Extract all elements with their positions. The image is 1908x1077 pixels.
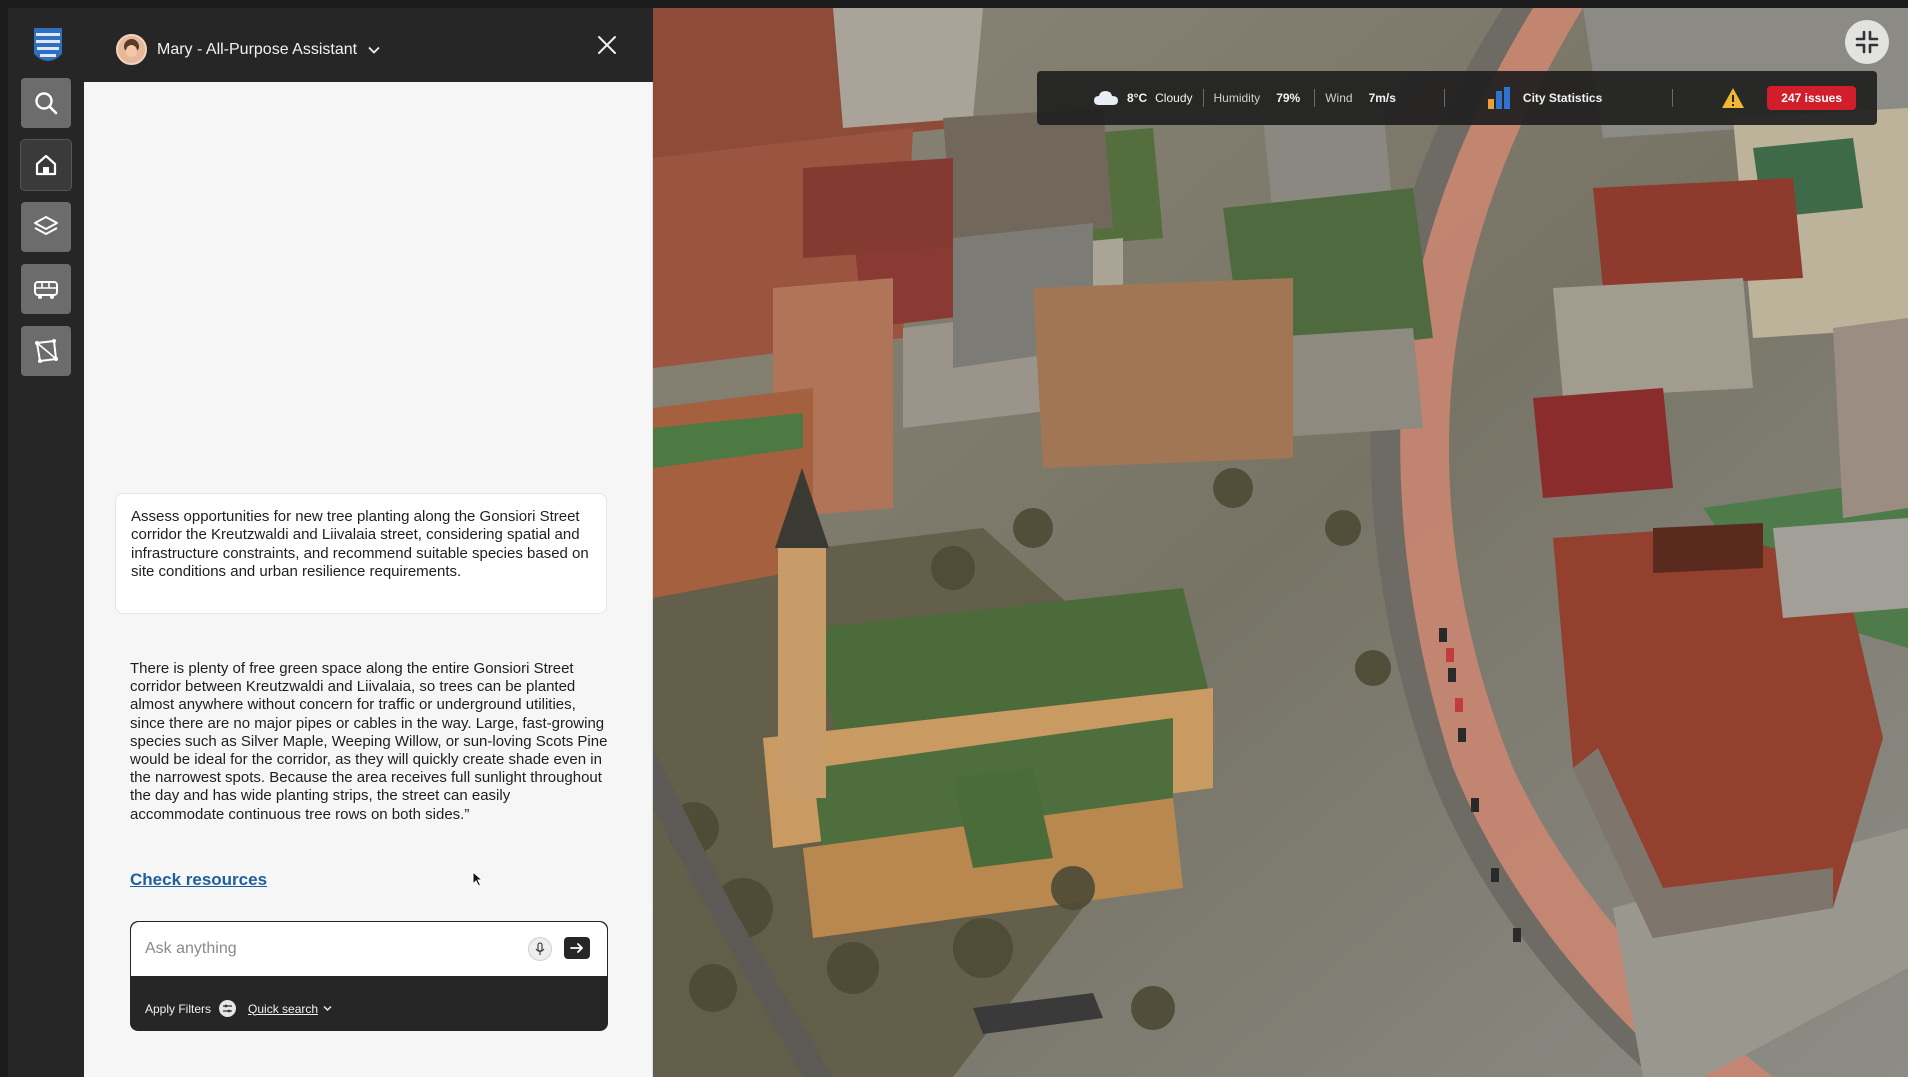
sidebar-item-search[interactable] [21, 78, 71, 128]
warning-icon [1722, 88, 1745, 108]
quick-search-label: Quick search [248, 1001, 319, 1016]
assistant-panel-header: Mary - All-Purpose Assistant [84, 8, 653, 82]
city-statistics-label: City Statistics [1522, 91, 1603, 105]
icon-rail [8, 8, 84, 1077]
bar-chart-icon [1487, 87, 1510, 109]
weather-condition: Cloudy [1155, 91, 1193, 105]
bus-icon [34, 281, 58, 299]
exit-fullscreen-button[interactable] [1845, 20, 1889, 64]
apply-filters-button[interactable]: Apply Filters [145, 1002, 211, 1016]
measure-area-icon [35, 339, 58, 363]
weather-group[interactable]: 8°C Cloudy [1093, 89, 1193, 107]
sidebar-item-home[interactable] [20, 139, 72, 191]
filter-icon[interactable] [219, 1000, 237, 1017]
assistant-selector[interactable]: Mary - All-Purpose Assistant [116, 34, 381, 65]
assistant-message: There is plenty of free green space alon… [130, 660, 608, 823]
sidebar-item-transport[interactable] [21, 264, 71, 314]
mic-button[interactable] [528, 937, 552, 961]
user-message: Assess opportunities for new tree planti… [115, 493, 607, 614]
collapse-icon [1855, 30, 1879, 54]
temperature-value: 8°C [1127, 91, 1148, 105]
quick-search-dropdown[interactable]: Quick search [248, 1002, 333, 1016]
divider [1672, 89, 1674, 107]
divider [1314, 89, 1316, 107]
chevron-down-icon [368, 46, 380, 54]
arrow-right-icon [570, 943, 583, 953]
wind-label: Wind [1325, 91, 1353, 105]
divider [1443, 89, 1445, 107]
wind-value: 7m/s [1368, 91, 1396, 105]
home-icon [35, 154, 57, 176]
chat-composer: Apply Filters Quick search [130, 921, 608, 1031]
layers-icon [34, 216, 58, 235]
issues-badge[interactable]: 247 issues [1767, 86, 1856, 110]
assistant-panel: Mary - All-Purpose Assistant Assess oppo… [84, 8, 653, 1077]
mouse-cursor-icon [472, 871, 484, 887]
city-3d-scene[interactable] [653, 8, 1908, 1077]
app-logo[interactable] [32, 24, 64, 68]
humidity-value: 79% [1276, 91, 1301, 105]
humidity-group: Humidity 79% [1214, 91, 1301, 105]
city-statistics-button[interactable]: City Statistics [1487, 87, 1602, 109]
issues-group[interactable]: 247 issues [1721, 86, 1856, 110]
chevron-down-icon [323, 1006, 332, 1011]
check-resources-link[interactable]: Check resources [130, 870, 267, 890]
send-button[interactable] [564, 937, 590, 959]
close-icon[interactable] [596, 34, 618, 56]
humidity-label: Humidity [1213, 91, 1261, 105]
avatar [116, 34, 147, 65]
cloud-icon [1094, 91, 1118, 105]
search-icon [35, 92, 58, 115]
map-view[interactable]: 8°C Cloudy Humidity 79% Wind 7m/s City S… [653, 8, 1908, 1077]
sidebar-item-measure[interactable] [21, 326, 71, 376]
city-status-bar: 8°C Cloudy Humidity 79% Wind 7m/s City S… [1037, 71, 1877, 125]
assistant-name: Mary - All-Purpose Assistant [157, 40, 358, 58]
divider [1202, 89, 1204, 107]
composer-footer: Apply Filters Quick search [145, 1000, 333, 1017]
sidebar-item-layers[interactable] [21, 202, 71, 252]
microphone-icon [535, 942, 545, 955]
wind-group: Wind 7m/s [1325, 91, 1396, 105]
